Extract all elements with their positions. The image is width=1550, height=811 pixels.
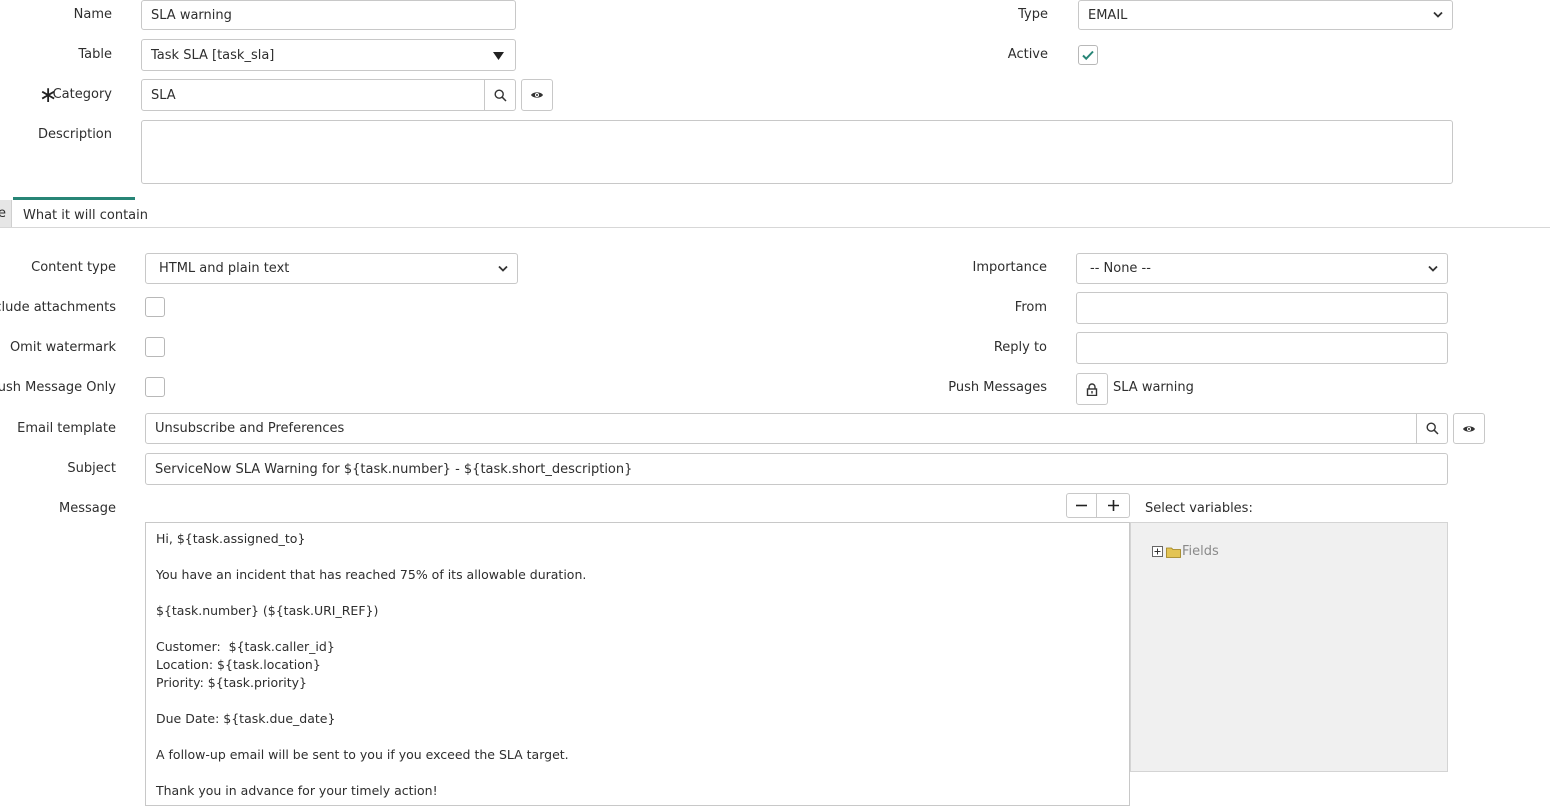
push-messages-value: SLA warning	[1113, 380, 1194, 395]
tab-previous[interactable]: e	[0, 200, 12, 227]
push-messages-unlock-button[interactable]	[1076, 373, 1108, 405]
subject-label: Subject	[67, 461, 116, 476]
include-attachments-label: Include attachments	[0, 300, 116, 315]
message-line: Due Date: ${task.due_date}	[156, 711, 336, 726]
message-line: Thank you in advance for your timely act…	[156, 783, 438, 798]
category-input[interactable]: SLA	[141, 79, 485, 111]
email-template-preview-button[interactable]	[1453, 413, 1485, 444]
message-line	[156, 548, 1119, 566]
email-template-input[interactable]: Unsubscribe and Preferences	[145, 413, 1417, 444]
tab-what-it-will-contain[interactable]: What it will contain	[13, 197, 148, 228]
fields-tree-label: Fields	[1182, 544, 1219, 559]
search-icon	[1425, 422, 1439, 435]
table-value: Task SLA [task_sla]	[151, 47, 275, 63]
reply-to-input[interactable]	[1076, 332, 1448, 364]
email-template-value: Unsubscribe and Preferences	[155, 421, 345, 436]
omit-watermark-checkbox[interactable]	[145, 337, 165, 357]
push-messages-label: Push Messages	[948, 380, 1047, 395]
message-line	[156, 692, 1119, 710]
message-expand-button[interactable]	[1096, 493, 1130, 518]
type-value: EMAIL	[1088, 7, 1128, 23]
message-shrink-button[interactable]	[1066, 493, 1097, 518]
importance-select[interactable]: -- None --	[1076, 253, 1448, 284]
message-line: Hi, ${task.assigned_to}	[156, 531, 306, 546]
folder-icon	[1166, 547, 1181, 558]
table-label: Table	[78, 47, 112, 62]
name-input[interactable]: SLA warning	[141, 0, 516, 30]
content-type-label: Content type	[31, 260, 116, 275]
from-label: From	[1014, 300, 1047, 315]
reply-to-label: Reply to	[993, 340, 1047, 355]
message-line	[156, 584, 1119, 602]
content-type-value: HTML and plain text	[159, 261, 290, 276]
active-label: Active	[1007, 47, 1048, 62]
category-search-button[interactable]	[484, 79, 516, 111]
type-select[interactable]: EMAIL	[1078, 0, 1453, 30]
category-preview-button[interactable]	[521, 79, 553, 111]
message-line	[156, 728, 1119, 746]
eye-icon	[1463, 425, 1475, 432]
name-value: SLA warning	[151, 7, 232, 23]
push-message-only-label: Push Message Only	[0, 380, 116, 395]
push-message-only-checkbox[interactable]	[145, 377, 165, 397]
importance-value: -- None --	[1090, 261, 1151, 276]
from-input[interactable]	[1076, 292, 1448, 324]
select-variables-label: Select variables:	[1145, 501, 1253, 516]
chevron-down-icon	[1433, 11, 1443, 18]
include-attachments-checkbox[interactable]	[145, 297, 165, 317]
check-icon	[1082, 50, 1094, 61]
type-label: Type	[1018, 7, 1048, 22]
select-variables-panel: Fields	[1130, 522, 1448, 772]
expand-plus-icon[interactable]	[1152, 546, 1163, 557]
search-icon	[493, 88, 507, 102]
tab-previous-label: e	[0, 206, 6, 221]
message-line: Location: ${task.location}	[156, 657, 321, 672]
eye-icon	[531, 92, 543, 98]
description-textarea[interactable]	[141, 120, 1453, 184]
description-label: Description	[37, 127, 112, 142]
lock-icon	[1086, 382, 1098, 396]
message-line: ${task.number} (${task.URI_REF})	[156, 603, 379, 618]
tab-divider	[0, 227, 1550, 228]
minus-icon	[1076, 504, 1087, 507]
triangle-down-icon	[493, 52, 504, 60]
message-line: Priority: ${task.priority}	[156, 675, 308, 690]
category-label: Category	[52, 87, 112, 102]
chevron-down-icon	[1428, 265, 1438, 272]
tab-what-it-will-contain-label: What it will contain	[23, 208, 148, 223]
email-template-search-button[interactable]	[1416, 413, 1448, 444]
subject-value: ServiceNow SLA Warning for ${task.number…	[155, 461, 633, 477]
category-value: SLA	[151, 87, 176, 103]
chevron-down-icon	[498, 265, 508, 272]
importance-label: Importance	[972, 260, 1048, 275]
plus-icon	[1107, 500, 1119, 511]
table-select[interactable]: Task SLA [task_sla]	[141, 39, 516, 71]
message-line: A follow-up email will be sent to you if…	[156, 747, 569, 762]
message-line	[156, 764, 1119, 782]
omit-watermark-label: Omit watermark	[9, 340, 116, 355]
content-type-select[interactable]: HTML and plain text	[145, 253, 518, 284]
name-label: Name	[73, 7, 112, 22]
active-checkbox[interactable]	[1078, 45, 1098, 65]
message-line: Customer: ${task.caller_id}	[156, 639, 335, 654]
fields-tree-node[interactable]: Fields	[1152, 544, 1219, 559]
email-template-label: Email template	[17, 421, 116, 436]
message-editor[interactable]: Hi, ${task.assigned_to} You have an inci…	[145, 522, 1130, 806]
message-line: You have an incident that has reached 75…	[156, 567, 587, 582]
subject-input[interactable]: ServiceNow SLA Warning for ${task.number…	[145, 453, 1448, 485]
message-line	[156, 620, 1119, 638]
message-label: Message	[59, 501, 116, 516]
